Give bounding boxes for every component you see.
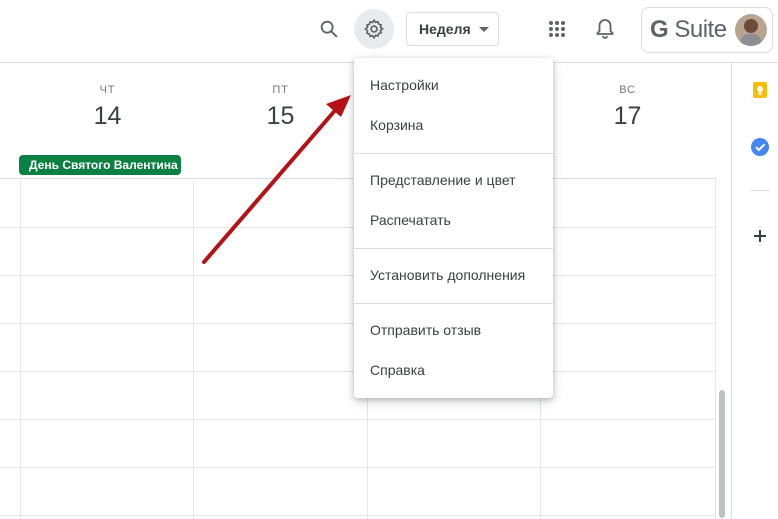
apps-button[interactable]	[537, 9, 577, 49]
day-header-thu[interactable]: ЧТ 14	[21, 63, 194, 131]
grid-day-line	[20, 179, 21, 519]
menu-item-trash[interactable]: Корзина	[354, 105, 553, 145]
menu-item-appearance[interactable]: Представление и цвет	[354, 160, 553, 200]
all-day-event[interactable]: День Святого Валентина	[19, 155, 181, 175]
menu-item-settings[interactable]: Настройки	[354, 65, 553, 105]
settings-menu: Настройки Корзина Представление и цвет Р…	[354, 58, 553, 398]
menu-divider	[354, 303, 553, 304]
keep-icon[interactable]	[750, 80, 770, 100]
menu-item-print[interactable]: Распечатать	[354, 200, 553, 240]
gsuite-account-badge[interactable]: G Suite	[641, 7, 773, 53]
add-icon[interactable]	[750, 226, 770, 246]
day-number[interactable]: 17	[541, 102, 714, 131]
menu-divider	[354, 153, 553, 154]
grid-day-line	[715, 179, 716, 519]
menu-divider	[354, 248, 553, 249]
gear-icon	[364, 18, 384, 40]
view-select[interactable]: Неделя	[406, 12, 499, 46]
day-number[interactable]: 15	[194, 102, 367, 131]
search-button[interactable]	[309, 9, 349, 49]
day-number[interactable]: 14	[21, 102, 194, 131]
grid-hour-line	[0, 419, 716, 420]
notifications-button[interactable]	[585, 9, 625, 49]
apps-grid-icon	[549, 21, 565, 37]
search-icon	[320, 20, 338, 38]
side-panel	[731, 63, 778, 518]
tasks-icon[interactable]	[750, 137, 770, 157]
gsuite-logo: G Suite	[650, 16, 727, 43]
day-name: ПТ	[272, 84, 289, 96]
menu-item-feedback[interactable]: Отправить отзыв	[354, 310, 553, 350]
side-panel-divider	[750, 190, 770, 191]
scrollbar-thumb[interactable]	[719, 390, 725, 518]
chevron-down-icon	[479, 27, 489, 32]
settings-button[interactable]	[354, 9, 394, 49]
menu-item-addons[interactable]: Установить дополнения	[354, 255, 553, 295]
day-name: ВС	[619, 84, 636, 96]
day-header-sun[interactable]: ВС 17	[541, 63, 714, 131]
day-header-fri[interactable]: ПТ 15	[194, 63, 367, 131]
avatar[interactable]	[735, 14, 767, 46]
grid-hour-line	[0, 467, 716, 468]
day-name: ЧТ	[99, 84, 116, 96]
grid-hour-line	[0, 515, 716, 516]
bell-icon	[596, 19, 614, 39]
grid-day-line	[193, 179, 194, 519]
menu-item-help[interactable]: Справка	[354, 350, 553, 390]
view-select-label: Неделя	[419, 21, 471, 37]
top-bar: Неделя G Suite	[0, 0, 778, 63]
